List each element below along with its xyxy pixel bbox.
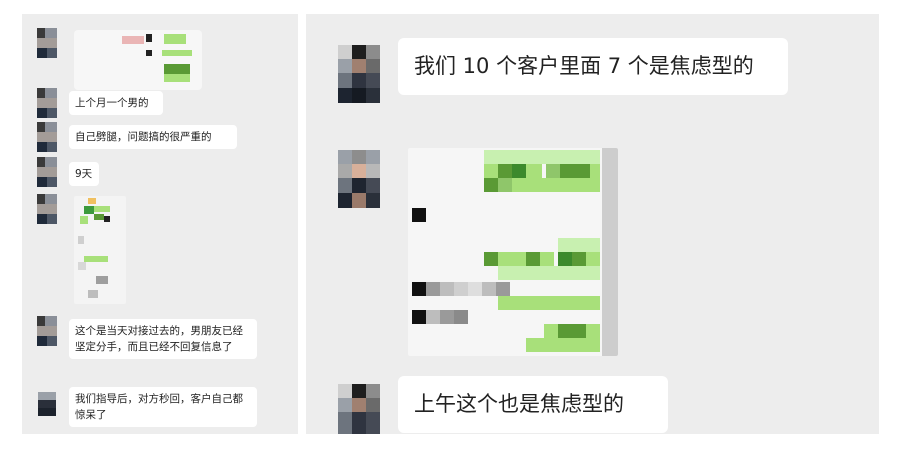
avatar-icon[interactable] — [37, 194, 57, 224]
image-message[interactable] — [74, 30, 202, 90]
message-bubble: 上午这个也是焦虑型的 — [398, 376, 668, 433]
message-bubble: 上个月一个男的 — [69, 91, 163, 115]
message-bubble: 我们指导后，对方秒回，客户自己都惊呆了 — [69, 387, 257, 427]
message-bubble: 这个是当天对接过去的，男朋友已经坚定分手，而且已经不回复信息了 — [69, 319, 257, 359]
avatar-icon[interactable] — [338, 384, 380, 434]
message-bubble: 我们 10 个客户里面 7 个是焦虑型的 — [398, 38, 788, 95]
left-chat-panel: 上个月一个男的 自己劈腿，问题搞的很严重的 9天 这个是当天对接过去的，男朋友已… — [22, 14, 298, 434]
message-bubble: 自己劈腿，问题搞的很严重的 — [69, 125, 237, 149]
image-message[interactable] — [408, 148, 618, 356]
right-chat-panel: 我们 10 个客户里面 7 个是焦虑型的 上午这个也是焦虑型的 — [306, 14, 879, 434]
image-message[interactable] — [74, 196, 126, 304]
avatar-icon[interactable] — [38, 392, 56, 416]
avatar-icon[interactable] — [338, 150, 380, 208]
avatar-icon[interactable] — [37, 316, 57, 346]
avatar-icon[interactable] — [37, 28, 57, 58]
avatar-icon[interactable] — [338, 45, 380, 103]
message-bubble: 9天 — [69, 162, 99, 186]
avatar-icon[interactable] — [37, 157, 57, 187]
avatar-icon[interactable] — [37, 122, 57, 152]
avatar-icon[interactable] — [37, 88, 57, 118]
